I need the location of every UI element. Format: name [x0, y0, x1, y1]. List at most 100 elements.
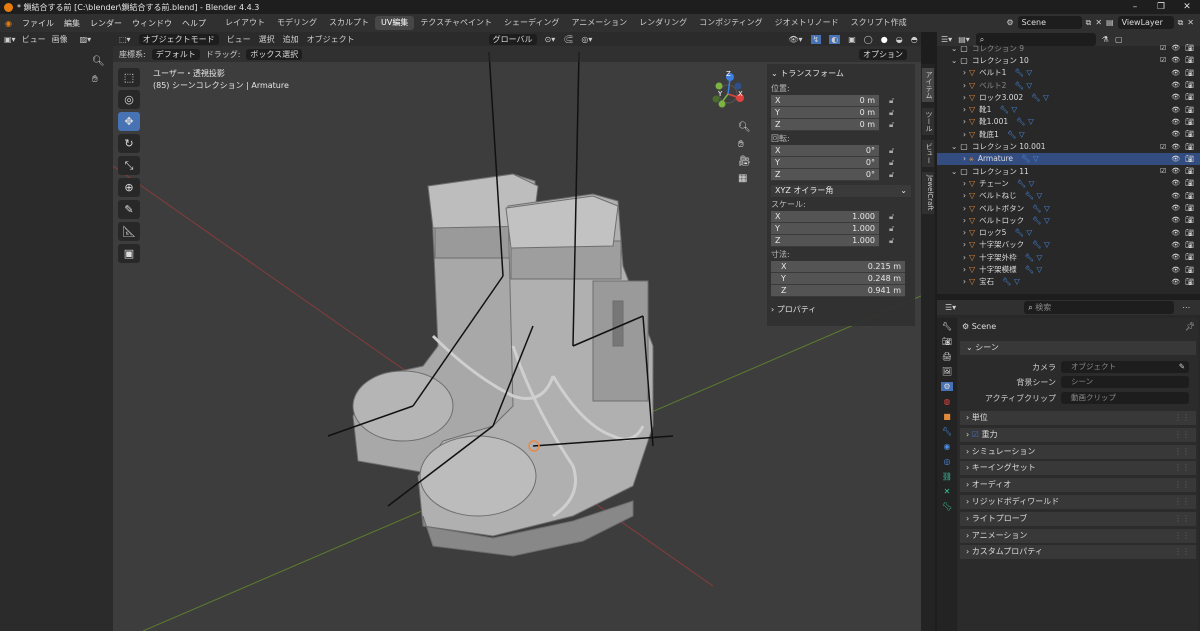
- close-button[interactable]: ✕: [1174, 0, 1200, 14]
- mode-dropdown[interactable]: オブジェクトモード: [138, 33, 219, 45]
- measure-tool-icon[interactable]: 📐︎: [118, 222, 140, 241]
- expand-chevron-icon[interactable]: ›: [963, 204, 966, 213]
- property-section-header[interactable]: › キーイングセット ⋮⋮: [960, 461, 1196, 476]
- render-camera-icon[interactable]: 📷︎: [1185, 216, 1194, 224]
- outliner-object-row[interactable]: › ▽ 靴底1 🔧︎ ▽ 👁︎ 📷︎: [937, 128, 1200, 140]
- checkbox-icon[interactable]: ☑: [1160, 44, 1166, 52]
- expand-chevron-icon[interactable]: ›: [963, 81, 966, 90]
- render-camera-icon[interactable]: 📷︎: [1185, 192, 1194, 200]
- drag-handle-icon[interactable]: ⋮⋮: [1174, 495, 1190, 509]
- render-camera-icon[interactable]: 📷︎: [1185, 56, 1194, 64]
- rotate-tool-icon[interactable]: ↻: [118, 134, 140, 153]
- outliner-object-row[interactable]: › ▽ 宝石 🔧︎ ▽ 👁︎ 📷︎: [937, 276, 1200, 288]
- tab-sculpt[interactable]: スカルプト: [323, 16, 375, 30]
- move-view-icon[interactable]: ✋︎: [738, 139, 751, 150]
- drag-handle-icon[interactable]: ⋮⋮: [1174, 445, 1190, 459]
- properties-search-input[interactable]: ⌕ 検索: [1024, 301, 1175, 314]
- expand-chevron-icon[interactable]: ›: [963, 277, 966, 286]
- render-camera-icon[interactable]: 📷︎: [1185, 81, 1194, 89]
- outliner-object-row[interactable]: › ▽ ベルトねじ 🔧︎ ▽ 👁︎ 📷︎: [937, 190, 1200, 202]
- property-section-header[interactable]: › ライトプローブ ⋮⋮: [960, 511, 1196, 526]
- properties-editor-icon[interactable]: ☰▾: [945, 303, 956, 312]
- annotate-tool-icon[interactable]: ✎: [118, 200, 140, 219]
- lock-icon[interactable]: 🔓︎: [889, 108, 894, 118]
- drag-handle-icon[interactable]: ⋮⋮: [1174, 545, 1190, 559]
- options-dropdown[interactable]: オプション: [859, 48, 907, 60]
- eye-icon[interactable]: 👁︎: [1171, 118, 1180, 126]
- pin-icon[interactable]: 📌︎: [1185, 322, 1195, 331]
- modifier-icons[interactable]: 🔧︎ ▽: [1031, 93, 1049, 102]
- eye-icon[interactable]: 👁︎: [1171, 253, 1180, 261]
- render-camera-icon[interactable]: 📷︎: [1185, 204, 1194, 212]
- eye-icon[interactable]: 👁︎: [1171, 229, 1180, 237]
- outliner-collection-row[interactable]: ⌄ ▢ コレクション 10.001 ☑ 👁︎ 📷︎: [937, 140, 1200, 152]
- zoom-icon[interactable]: 🔍︎: [92, 56, 105, 67]
- menu-view-left[interactable]: ビュー: [22, 34, 46, 45]
- outliner-object-row[interactable]: › ▽ ベルト2 🔧︎ ▽ 👁︎ 📷︎: [937, 79, 1200, 91]
- tab-view[interactable]: ビュー: [922, 140, 934, 167]
- tab-jewelcraft[interactable]: JewelCraft: [922, 172, 934, 214]
- tab-shading[interactable]: シェーディング: [498, 16, 565, 30]
- eye-icon[interactable]: 👁︎: [1171, 69, 1180, 77]
- eye-icon[interactable]: 👁︎: [1171, 216, 1180, 224]
- rotation-y-field[interactable]: Y 0°: [771, 157, 879, 169]
- scene-field[interactable]: Scene: [1017, 16, 1082, 29]
- expand-chevron-icon[interactable]: ›: [963, 253, 966, 262]
- render-camera-icon[interactable]: 📷︎: [1185, 253, 1194, 261]
- solid-shading-icon[interactable]: ●: [881, 35, 888, 44]
- modifier-icons[interactable]: 🔧︎ ▽: [1016, 117, 1034, 126]
- drag-handle-icon[interactable]: ⋮⋮: [1174, 428, 1190, 442]
- expand-chevron-icon[interactable]: ›: [963, 240, 966, 249]
- viewlayer-icon[interactable]: ▤: [1106, 18, 1114, 27]
- dim-x-field[interactable]: X 0.215 m: [771, 261, 905, 273]
- render-camera-icon[interactable]: 📷︎: [1185, 93, 1194, 101]
- eye-icon[interactable]: 👁︎: [1171, 106, 1180, 114]
- menu-view-3d[interactable]: ビュー: [227, 34, 251, 45]
- property-section-header[interactable]: › オーディオ ⋮⋮: [960, 478, 1196, 493]
- modifier-icons[interactable]: 🔧︎ ▽: [1007, 130, 1025, 139]
- render-camera-icon[interactable]: 📷︎: [1185, 266, 1194, 274]
- eyedropper-icon[interactable]: ✎: [1179, 361, 1185, 373]
- outliner-object-row[interactable]: › ▽ ベルト1 🔧︎ ▽ 👁︎ 📷︎: [937, 67, 1200, 79]
- scale-y-field[interactable]: Y 1.000: [771, 223, 879, 235]
- zoom-view-icon[interactable]: 🔍︎: [738, 122, 751, 133]
- expand-chevron-icon[interactable]: ⌄: [951, 44, 957, 53]
- eye-icon[interactable]: 👁︎: [1171, 241, 1180, 249]
- scale-z-field[interactable]: Z 1.000: [771, 235, 879, 247]
- eye-icon[interactable]: 👁︎: [1171, 93, 1180, 101]
- minimize-button[interactable]: –: [1122, 0, 1148, 14]
- menu-window[interactable]: ウィンドウ: [127, 18, 177, 29]
- orientation-dropdown[interactable]: グローバル: [488, 33, 537, 45]
- modifier-icons[interactable]: 🔧︎ ▽: [1025, 191, 1043, 200]
- menu-edit[interactable]: 編集: [59, 18, 85, 29]
- render-tab-icon[interactable]: 📷︎: [942, 337, 952, 346]
- eye-icon[interactable]: 👁︎: [1171, 130, 1180, 138]
- property-section-header[interactable]: › リジッドボディワールド ⋮⋮: [960, 495, 1196, 509]
- tab-scripting[interactable]: スクリプト作成: [845, 16, 913, 30]
- outliner-collection-row[interactable]: ⌄ ▢ コレクション 11 ☑ 👁︎ 📷︎: [937, 165, 1200, 177]
- outliner-object-row[interactable]: › ▽ ベルトロック 🔧︎ ▽ 👁︎ 📷︎: [937, 214, 1200, 226]
- modifier-icons[interactable]: 🔧︎ ▽: [1025, 253, 1043, 262]
- outliner-object-row[interactable]: › ▽ 靴1 🔧︎ ▽ 👁︎ 📷︎: [937, 104, 1200, 116]
- lock-icon[interactable]: 🔓︎: [889, 170, 894, 180]
- expand-chevron-icon[interactable]: ›: [963, 93, 966, 102]
- active-clip-field[interactable]: 動画クリップ: [1061, 392, 1189, 404]
- render-camera-icon[interactable]: 📷︎: [1185, 155, 1194, 163]
- property-section-header[interactable]: › 単位 ⋮⋮: [960, 411, 1196, 425]
- tab-tool[interactable]: ツール: [922, 108, 934, 135]
- image-browse-icon[interactable]: ▨▾: [80, 35, 92, 44]
- add-cube-tool-icon[interactable]: ▣: [118, 244, 140, 263]
- outliner-collection-row[interactable]: ⌄ ▢ コレクション 10 ☑ 👁︎ 📷︎: [937, 54, 1200, 66]
- gizmo-toggle-icon[interactable]: ↯: [810, 34, 822, 44]
- render-camera-icon[interactable]: 📷︎: [1185, 106, 1194, 114]
- modifier-icons[interactable]: 🔧︎ ▽: [1002, 277, 1020, 286]
- new-viewlayer-icon[interactable]: ⧉: [1178, 18, 1184, 28]
- gizmo-x-label[interactable]: X: [738, 90, 743, 98]
- coord-dropdown[interactable]: デフォルト: [151, 48, 200, 60]
- expand-chevron-icon[interactable]: ›: [963, 68, 966, 77]
- outliner-object-row[interactable]: › ▽ ロック3.002 🔧︎ ▽ 👁︎ 📷︎: [937, 91, 1200, 103]
- modifier-icons[interactable]: 🔧︎ ▽: [1017, 179, 1035, 188]
- maximize-button[interactable]: ❐: [1148, 0, 1174, 14]
- lock-icon[interactable]: 🔓︎: [889, 120, 894, 130]
- expand-chevron-icon[interactable]: ⌄: [951, 142, 957, 151]
